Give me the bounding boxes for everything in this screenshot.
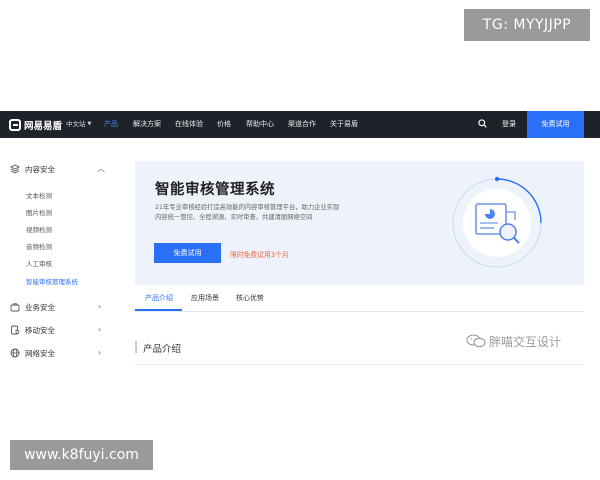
nav-item-about[interactable]: 关于易盾 [330, 111, 358, 138]
nav-item-partners[interactable]: 渠道合作 [288, 111, 316, 138]
page-title: 智能审核管理系统 [155, 182, 275, 198]
chevron-right-icon: › [98, 325, 102, 334]
free-trial-button[interactable]: 免费试用 [154, 243, 221, 263]
search-icon[interactable] [478, 119, 487, 128]
logo-text: 网易易盾 [24, 120, 63, 132]
sidebar-group-label: 业务安全 [25, 302, 55, 312]
sidebar-item-image-detection[interactable]: 图片检测 [26, 207, 52, 217]
nav-item-products[interactable]: 产品 [104, 111, 118, 138]
sidebar-group-content-security[interactable]: 内容安全 ︿ [10, 161, 110, 177]
banner-description: 21年专业审核经验打造高效能的内容审核管理平台，助力企业实现 内容统一管控、全程… [155, 203, 365, 223]
logo[interactable]: 网易易盾 [9, 117, 62, 132]
sidebar-group-label: 内容安全 [25, 164, 55, 174]
sidebar-item-manual-review[interactable]: 人工审核 [26, 258, 52, 268]
language-label: 中文站 [66, 120, 86, 128]
sidebar-item-video-detection[interactable]: 视频检测 [26, 224, 52, 234]
watermark-top: TG: MYYJJPP [464, 9, 590, 41]
logo-icon [9, 118, 21, 131]
promo-text: 限时免费试用3个月 [230, 251, 289, 259]
sidebar-group-business-security[interactable]: 业务安全 › [10, 299, 110, 315]
wechat-icon [466, 334, 486, 348]
tab-scenarios[interactable]: 应用场景 [191, 293, 219, 303]
wechat-watermark: 胖喵交互设计 [466, 333, 561, 349]
sidebar-group-mobile-security[interactable]: 移动安全 › [10, 322, 110, 338]
banner-description-line: 内容统一管控、全程溯源、实时审查，共建清朗网络空间 [155, 214, 313, 221]
wechat-watermark-text: 胖喵交互设计 [489, 334, 562, 349]
section-marker [135, 341, 137, 353]
sidebar-group-label: 移动安全 [25, 325, 55, 335]
nav-item-help[interactable]: 帮助中心 [246, 111, 274, 138]
review-system-illustration-icon [452, 176, 542, 268]
nav-item-online-demo[interactable]: 在线体验 [175, 111, 203, 138]
watermark-bottom: www.k8fuyi.com [10, 440, 153, 470]
sidebar-group-network-security[interactable]: 网络安全 › [10, 345, 110, 361]
sidebar-item-audio-detection[interactable]: 音频检测 [26, 241, 52, 251]
tabs-divider [135, 311, 584, 312]
sidebar-item-smart-review-system[interactable]: 智能审核管理系统 [26, 276, 78, 286]
sidebar-item-text-detection[interactable]: 文本检测 [26, 190, 52, 200]
chevron-right-icon: › [98, 302, 102, 311]
nav-item-pricing[interactable]: 价格 [217, 111, 231, 138]
nav-item-solutions[interactable]: 解决方案 [133, 111, 161, 138]
layers-icon [10, 164, 20, 174]
caret-down-icon: ▼ [87, 121, 92, 127]
top-navbar: 网易易盾 中文站 ▼ 产品 解决方案 在线体验 价格 帮助中心 渠道合作 关于易… [0, 111, 600, 138]
sidebar-group-label: 网络安全 [25, 348, 55, 358]
section-title: 产品介绍 [143, 344, 182, 355]
briefcase-icon [10, 303, 20, 312]
banner-description-line: 21年专业审核经验打造高效能的内容审核管理平台，助力企业实现 [155, 204, 340, 211]
nav-free-trial-button[interactable]: 免费试用 [527, 111, 584, 138]
login-link[interactable]: 登录 [502, 111, 516, 138]
chevron-up-icon: ︿ [97, 164, 105, 173]
tab-product-intro[interactable]: 产品介绍 [145, 293, 173, 303]
mobile-shield-icon [11, 325, 20, 335]
language-switcher[interactable]: 中文站 ▼ [66, 111, 91, 138]
globe-icon [10, 348, 20, 358]
section-divider [135, 364, 584, 365]
chevron-right-icon: › [98, 348, 102, 357]
tab-core-advantages[interactable]: 核心优势 [236, 293, 264, 303]
